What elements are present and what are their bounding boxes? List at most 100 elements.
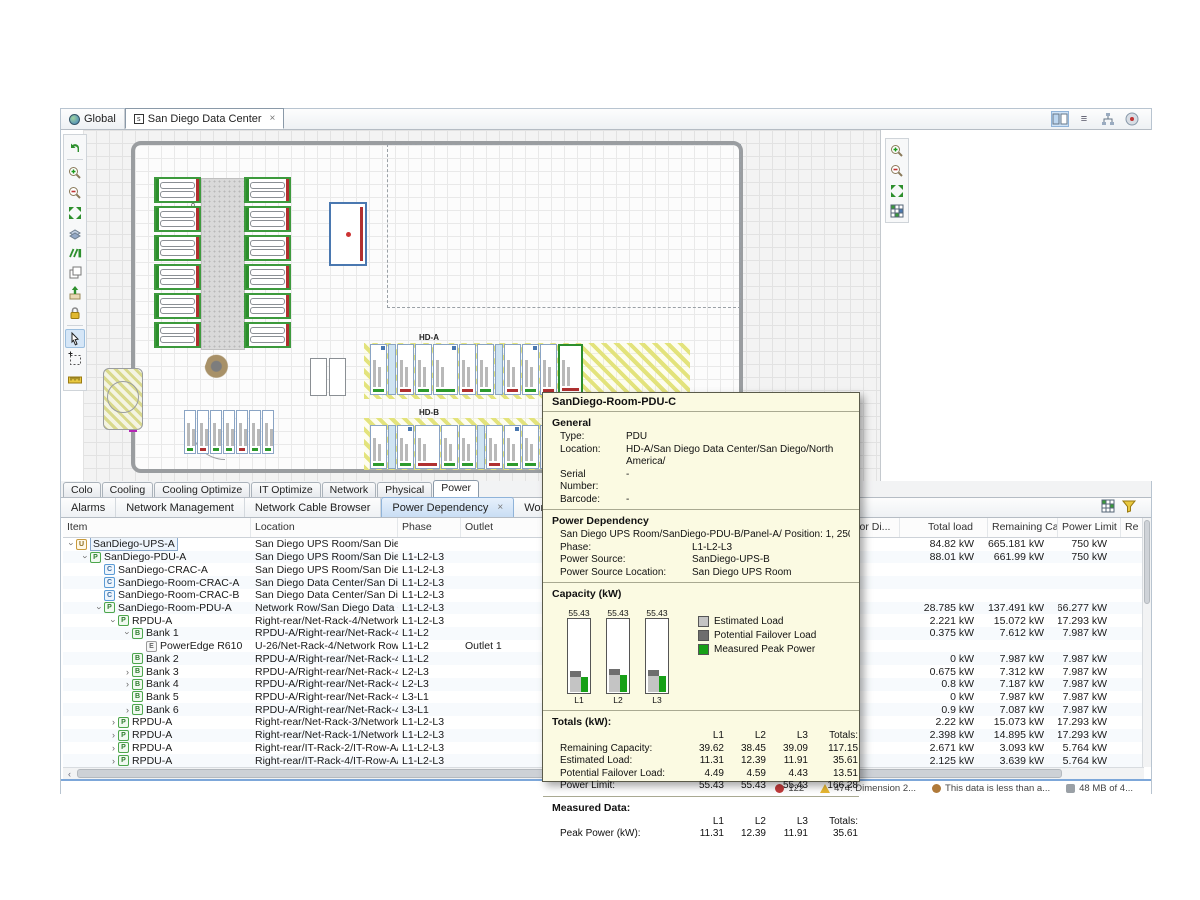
column-header-power-limit[interactable]: Power Limit xyxy=(1058,518,1121,537)
rack-unit[interactable] xyxy=(210,410,222,454)
crac-unit-b[interactable] xyxy=(329,358,346,396)
rack-unit[interactable] xyxy=(262,410,274,454)
view-tab-network-cable-browser[interactable]: Network Cable Browser xyxy=(245,498,382,517)
column-header-remaining-ca-[interactable]: Remaining Ca... xyxy=(988,518,1058,537)
rack[interactable] xyxy=(154,322,201,348)
close-icon[interactable]: × xyxy=(497,502,503,513)
rack-unit[interactable] xyxy=(223,410,235,454)
scroll-left-arrow[interactable]: ‹ xyxy=(63,768,76,779)
zoom-in-button[interactable] xyxy=(65,163,85,182)
filter-icon[interactable] xyxy=(1122,499,1137,517)
expand-chevron-icon[interactable]: › xyxy=(109,730,118,740)
expand-chevron-icon[interactable]: › xyxy=(67,540,77,549)
rack-unit[interactable] xyxy=(433,344,458,395)
rack-unit[interactable] xyxy=(558,344,583,395)
layer-tab-physical[interactable]: Physical xyxy=(377,482,432,497)
rack-unit[interactable] xyxy=(249,410,261,454)
rack-unit[interactable] xyxy=(197,410,209,454)
rack[interactable] xyxy=(244,206,291,232)
rack[interactable] xyxy=(154,235,201,261)
close-icon[interactable]: × xyxy=(270,113,276,124)
view-tab-network-management[interactable]: Network Management xyxy=(116,498,245,517)
export-button[interactable] xyxy=(65,283,85,302)
undo-button[interactable] xyxy=(65,137,85,156)
lock-button[interactable] xyxy=(65,303,85,322)
walls-button[interactable] xyxy=(65,243,85,262)
table-settings-icon[interactable] xyxy=(1101,499,1116,517)
zoom-out-button[interactable] xyxy=(65,183,85,202)
vertical-scrollbar[interactable] xyxy=(1142,518,1151,767)
rack-unit[interactable] xyxy=(370,344,387,395)
rack-unit[interactable] xyxy=(522,344,539,395)
rack-unit[interactable] xyxy=(415,344,432,395)
view-tab-power-dependency[interactable]: Power Dependency× xyxy=(381,497,514,517)
rack-unit[interactable] xyxy=(236,410,248,454)
select-pointer-button[interactable] xyxy=(65,329,85,348)
expand-chevron-icon[interactable]: › xyxy=(123,667,132,677)
rack-unit[interactable] xyxy=(370,425,387,469)
column-header-item[interactable]: Itemˆ xyxy=(63,518,251,537)
rack[interactable] xyxy=(244,293,291,319)
rack-unit[interactable] xyxy=(441,425,458,469)
zoom-fit-button[interactable] xyxy=(65,203,85,222)
rack-unit[interactable] xyxy=(184,410,196,454)
layers-button[interactable] xyxy=(65,223,85,242)
expand-chevron-icon[interactable]: › xyxy=(109,743,118,753)
copy-button[interactable] xyxy=(65,263,85,282)
layer-tab-cooling-optimize[interactable]: Cooling Optimize xyxy=(154,482,250,497)
rack[interactable] xyxy=(154,264,201,290)
rack-unit[interactable] xyxy=(397,425,414,469)
expand-chevron-icon[interactable]: › xyxy=(109,756,118,766)
column-header-total-load[interactable]: Total load xyxy=(900,518,988,537)
rack[interactable] xyxy=(154,206,201,232)
vertical-scrollbar-thumb[interactable] xyxy=(1144,520,1150,604)
rack-unit[interactable] xyxy=(397,344,414,395)
zoom-in-button[interactable] xyxy=(887,141,907,160)
view-menu-icon[interactable]: ≡ xyxy=(1075,111,1093,127)
rack-unit[interactable] xyxy=(477,344,494,395)
expand-chevron-icon[interactable]: › xyxy=(95,603,105,612)
split-editor-icon[interactable] xyxy=(1051,111,1069,127)
crac-unit-a[interactable] xyxy=(310,358,327,396)
select-area-button[interactable] xyxy=(65,349,85,368)
rack[interactable] xyxy=(154,293,201,319)
expand-chevron-icon[interactable]: › xyxy=(109,616,119,625)
layout-grid-button[interactable] xyxy=(887,201,907,220)
rack-unit[interactable] xyxy=(504,344,521,395)
layer-tab-power[interactable]: Power xyxy=(433,480,479,497)
rack-unit[interactable] xyxy=(495,344,503,395)
expand-chevron-icon[interactable]: › xyxy=(123,705,132,715)
rack[interactable] xyxy=(244,177,291,203)
layer-tab-network[interactable]: Network xyxy=(322,482,377,497)
editor-tab-global[interactable]: Global xyxy=(61,109,125,129)
rack-unit[interactable] xyxy=(459,344,476,395)
rack-unit[interactable] xyxy=(415,425,440,469)
expand-chevron-icon[interactable]: › xyxy=(123,629,133,638)
rack-unit[interactable] xyxy=(504,425,521,469)
zoom-out-button[interactable] xyxy=(887,161,907,180)
zoom-fit-button[interactable] xyxy=(887,181,907,200)
rack-unit[interactable] xyxy=(388,344,396,395)
rack[interactable] xyxy=(244,264,291,290)
rack[interactable] xyxy=(244,235,291,261)
layer-tab-cooling[interactable]: Cooling xyxy=(102,482,154,497)
expand-chevron-icon[interactable]: › xyxy=(81,553,91,562)
perspective-icon[interactable] xyxy=(1123,111,1141,127)
rack-unit[interactable] xyxy=(459,425,476,469)
layer-tab-colo[interactable]: Colo xyxy=(63,482,101,497)
expand-chevron-icon[interactable]: › xyxy=(123,679,132,689)
rack-unit[interactable] xyxy=(388,425,396,469)
rack-unit[interactable] xyxy=(486,425,503,469)
column-header-phase[interactable]: Phase xyxy=(398,518,461,537)
layer-tab-it-optimize[interactable]: IT Optimize xyxy=(251,482,320,497)
view-tab-alarms[interactable]: Alarms xyxy=(61,498,116,517)
column-header-outlet[interactable]: Outlet xyxy=(461,518,543,537)
rack[interactable] xyxy=(154,177,201,203)
rack-unit[interactable] xyxy=(522,425,539,469)
rack-unit[interactable] xyxy=(540,344,557,395)
column-header-re[interactable]: Re xyxy=(1121,518,1144,537)
editor-tab-san-diego-data-center[interactable]: sSan Diego Data Center× xyxy=(125,108,285,129)
rack-unit[interactable] xyxy=(477,425,485,469)
rack[interactable] xyxy=(244,322,291,348)
hierarchy-view-icon[interactable] xyxy=(1099,111,1117,127)
